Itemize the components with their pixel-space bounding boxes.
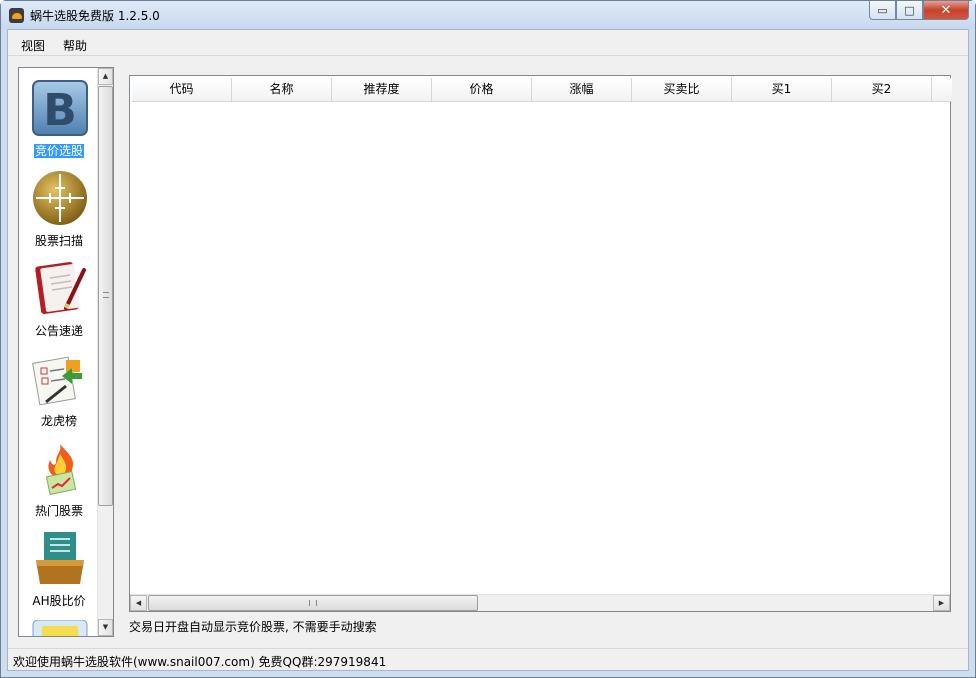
- nav-item-next[interactable]: [19, 618, 99, 636]
- nav-label-announcements: 公告速递: [34, 324, 83, 338]
- menu-help[interactable]: 帮助: [63, 37, 87, 54]
- nav-label-dragon-tiger-list: 龙虎榜: [40, 414, 77, 428]
- maximize-button[interactable]: □: [896, 1, 923, 20]
- nav-label-ah-compare: AH股比价: [32, 594, 86, 608]
- nav-panel: B 竞价选股 股票扫描 公告速递 龙虎榜 热门股票 AH股比价 ▲ ▼: [18, 67, 114, 637]
- nav-item-dragon-tiger-list[interactable]: 龙虎榜: [19, 348, 99, 438]
- folder-box-icon: [36, 532, 84, 584]
- table-horizontal-scrollbar[interactable]: ◀ ▶: [130, 594, 950, 611]
- nav-item-stock-scan[interactable]: 股票扫描: [19, 168, 99, 258]
- column-header-filler: [932, 78, 952, 102]
- column-header-price[interactable]: 价格: [432, 78, 532, 102]
- column-header-code[interactable]: 代码: [132, 78, 232, 102]
- column-header-bid1[interactable]: 买1: [732, 78, 832, 102]
- nav-vertical-scrollbar[interactable]: ▲ ▼: [97, 68, 113, 636]
- menu-bar: 视图 帮助: [8, 30, 968, 56]
- nav-item-auction-pick[interactable]: B 竞价选股: [19, 78, 99, 168]
- svg-text:B: B: [43, 85, 77, 136]
- snail-app-icon: [9, 8, 24, 23]
- column-header-bid2[interactable]: 买2: [832, 78, 932, 102]
- crosshair-target-icon: [33, 171, 87, 225]
- window-controls: ▭ □ ✕: [869, 1, 969, 20]
- column-header-name[interactable]: 名称: [232, 78, 332, 102]
- column-header-recommendation[interactable]: 推荐度: [332, 78, 432, 102]
- nav-item-hot-stocks[interactable]: 热门股票: [19, 438, 99, 528]
- menu-view[interactable]: 视图: [21, 37, 45, 54]
- app-window: 蜗牛选股免费版 1.2.5.0 ▭ □ ✕ 视图 帮助 B 竞价选股 股票扫描 …: [0, 0, 976, 678]
- client-area: 视图 帮助 B 竞价选股 股票扫描 公告速递 龙虎榜 热门股票 AH股比价 ▲ …: [7, 29, 969, 671]
- scroll-left-arrow-icon[interactable]: ◀: [130, 595, 147, 611]
- letter-b-icon: B: [32, 80, 88, 136]
- status-text: 欢迎使用蜗牛选股软件(www.snail007.com) 免费QQ群:29791…: [13, 655, 387, 669]
- sticky-note-icon: [32, 620, 88, 636]
- stock-table[interactable]: 代码 名称 推荐度 价格 涨幅 买卖比 买1 买2 ◀ ▶: [129, 75, 952, 612]
- flame-chart-icon: [45, 444, 77, 496]
- table-scroll-thumb[interactable]: [148, 595, 478, 611]
- nav-label-stock-scan: 股票扫描: [34, 234, 83, 248]
- nav-label-auction-pick: 竞价选股: [33, 144, 84, 158]
- nav-scroll-thumb[interactable]: [98, 86, 113, 506]
- notebook-pen-icon: [35, 261, 86, 315]
- scroll-down-arrow-icon[interactable]: ▼: [98, 619, 113, 636]
- table-header: 代码 名称 推荐度 价格 涨幅 买卖比 买1 买2: [132, 78, 952, 102]
- close-button[interactable]: ✕: [923, 1, 969, 20]
- nav-item-announcements[interactable]: 公告速递: [19, 258, 99, 348]
- nav-label-hot-stocks: 热门股票: [34, 504, 83, 518]
- scroll-up-arrow-icon[interactable]: ▲: [98, 68, 113, 85]
- window-title: 蜗牛选股免费版 1.2.5.0: [30, 9, 160, 23]
- title-bar[interactable]: 蜗牛选股免费版 1.2.5.0 ▭ □ ✕: [1, 1, 975, 29]
- scroll-right-arrow-icon[interactable]: ▶: [933, 595, 950, 611]
- nav-item-ah-compare[interactable]: AH股比价: [19, 528, 99, 618]
- status-bar: 欢迎使用蜗牛选股软件(www.snail007.com) 免费QQ群:29791…: [8, 648, 968, 670]
- column-header-buy-sell-ratio[interactable]: 买卖比: [632, 78, 732, 102]
- auction-hint: 交易日开盘自动显示竞价股票, 不需要手动搜索: [129, 620, 377, 634]
- checklist-arrow-icon: [32, 356, 82, 406]
- minimize-button[interactable]: ▭: [869, 1, 896, 20]
- column-header-change[interactable]: 涨幅: [532, 78, 632, 102]
